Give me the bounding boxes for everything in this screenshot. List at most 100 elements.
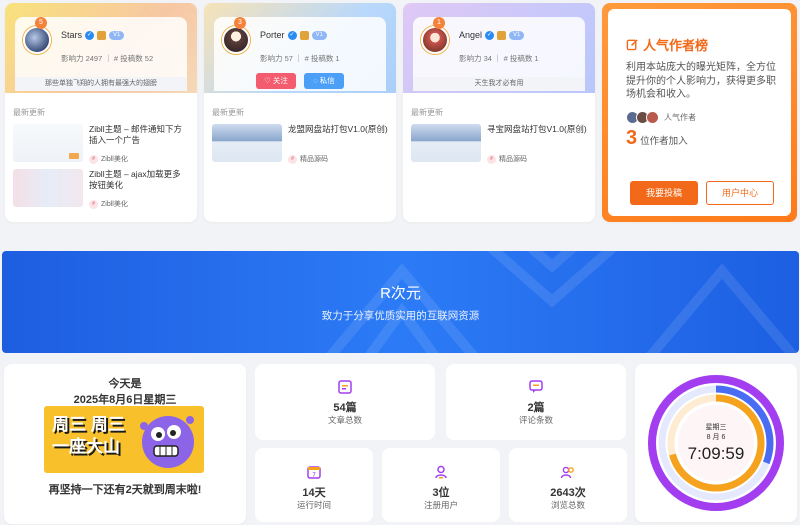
category-label: 精品源码 <box>499 156 527 163</box>
edit-icon <box>626 39 638 51</box>
author-count-label: 位作者加入 <box>640 136 688 147</box>
recent-updates-label: 最新更新 <box>411 108 443 117</box>
author-actions: ♡ 关注 ◌ 私信 <box>214 73 386 91</box>
popular-authors-title: 人气作者榜 <box>626 35 708 54</box>
author-stats: 影响力 57 ｜ # 投稿数 1 <box>260 54 340 63</box>
post-title[interactable]: 寻宝网盘站打包V1.0(原创) <box>487 124 587 135</box>
author-count: 3 位作者加入 <box>626 127 688 150</box>
medal-icon <box>97 30 107 40</box>
verified-icon: ✓ <box>287 30 297 40</box>
author-card-header: 3 Porter ✓ V1 影响力 57 ｜ # 投稿数 1 ♡ 关注 ◌ 私信 <box>204 3 396 93</box>
vip-pill: V1 <box>311 30 327 40</box>
popular-authors-panel: 人气作者榜 利用本站庞大的曝光矩阵，全方位提升你的个人影响力，获得更多职场机会和… <box>608 9 791 216</box>
stat-label: 评论条数 <box>518 415 553 425</box>
level-badge: 1 <box>433 17 445 29</box>
today-card: 今天是 2025年8月6日星期三 周三 周三 一座大山 再坚持一下还有2天就到周… <box>4 364 246 524</box>
submit-post-button[interactable]: 我要投稿 <box>630 181 698 205</box>
verified-icon: ✓ <box>485 30 495 40</box>
author-name-row: Porter ✓ V1 <box>260 30 327 40</box>
weekend-countdown: 再坚持一下还有2天就到周末啦! <box>48 484 202 496</box>
stat-value: 14天 <box>302 487 326 499</box>
clock-rings <box>648 375 784 511</box>
category-label: Zibll美化 <box>101 201 128 208</box>
banner-title: R次元 <box>380 285 421 302</box>
post-item[interactable]: 寻宝网盘站打包V1.0(原创) # 精品源码 <box>411 124 587 166</box>
author-card-header: 1 Angel ✓ V1 影响力 34 ｜ # 投稿数 1 天生我才必有用 <box>403 3 595 93</box>
stat-value: 2篇 <box>527 402 545 414</box>
post-thumbnail[interactable] <box>13 124 83 162</box>
medal-icon <box>497 30 507 40</box>
user-center-button[interactable]: 用户中心 <box>706 181 774 205</box>
popular-title-text: 人气作者榜 <box>643 38 709 53</box>
stat-label: 浏览总数 <box>550 500 585 510</box>
post-thumbnail[interactable] <box>13 169 83 207</box>
author-tagline: 那些单独飞翔的人拥有最强大的翅膀 <box>15 77 187 91</box>
user-icon <box>435 465 447 479</box>
author-card-porter: 3 Porter ✓ V1 影响力 57 ｜ # 投稿数 1 ♡ 关注 ◌ 私信… <box>204 3 396 222</box>
illustration-text-line: 一座大山 <box>52 437 120 456</box>
category-label: 精品源码 <box>300 156 328 163</box>
post-title[interactable]: Zibll主题 – 邮件通知下方插入一个广告 <box>89 124 189 146</box>
avatar[interactable] <box>23 26 51 54</box>
avatar[interactable] <box>646 111 659 124</box>
follow-button[interactable]: ♡ 关注 <box>256 73 296 89</box>
stat-label: 文章总数 <box>327 415 362 425</box>
level-badge: 3 <box>234 17 246 29</box>
author-info-panel: 5 Stars ✓ V1 影响力 2497 ｜ # 投稿数 52 那些单独飞翔的… <box>15 17 187 91</box>
post-category[interactable]: # Zibll美化 <box>89 199 128 209</box>
post-title[interactable]: 龙盟网盘站打包V1.0(原创) <box>288 124 388 135</box>
category-icon: # <box>288 154 297 164</box>
today-label: 今天是 <box>108 378 142 390</box>
stat-comments: 2篇 评论条数 <box>446 364 626 440</box>
message-label: 私信 <box>319 76 335 85</box>
post-thumbnail[interactable] <box>212 124 282 162</box>
post-category[interactable]: # 精品源码 <box>487 154 527 164</box>
category-icon: # <box>89 199 98 209</box>
calendar-icon: 7 <box>307 466 321 479</box>
stat-value: 3位 <box>432 487 450 499</box>
author-stats: 影响力 2497 ｜ # 投稿数 52 <box>61 54 154 63</box>
popular-avatars-label: 人气作者 <box>664 113 696 122</box>
svg-text:7: 7 <box>312 472 316 479</box>
vip-pill: V1 <box>109 30 125 40</box>
message-button[interactable]: ◌ 私信 <box>304 73 344 89</box>
popular-authors-card: 人气作者榜 利用本站庞大的曝光矩阵，全方位提升你的个人影响力，获得更多职场机会和… <box>602 3 797 222</box>
recent-updates-label: 最新更新 <box>13 108 45 117</box>
popular-avatars: 人气作者 <box>626 111 696 124</box>
clock-date: 8 月 6 <box>706 434 726 441</box>
medal-icon <box>299 30 309 40</box>
post-thumbnail[interactable] <box>411 124 481 162</box>
author-name[interactable]: Stars <box>61 30 82 40</box>
stat-label: 运行时间 <box>296 500 331 510</box>
post-title[interactable]: Zibll主题 – ajax加载更多按钮美化 <box>89 169 189 191</box>
clock-time: 7:09:59 <box>687 444 745 463</box>
author-info-panel: 3 Porter ✓ V1 影响力 57 ｜ # 投稿数 1 ♡ 关注 ◌ 私信 <box>214 17 386 91</box>
author-card-stars: 5 Stars ✓ V1 影响力 2497 ｜ # 投稿数 52 那些单独飞翔的… <box>5 3 197 222</box>
author-name[interactable]: Angel <box>459 30 482 40</box>
stat-value: 2643次 <box>550 487 586 499</box>
category-icon: # <box>89 154 98 164</box>
users-group-icon <box>560 466 574 479</box>
post-item[interactable]: 龙盟网盘站打包V1.0(原创) # 精品源码 <box>212 124 388 166</box>
post-category[interactable]: # 精品源码 <box>288 154 328 164</box>
author-card-angel: 1 Angel ✓ V1 影响力 34 ｜ # 投稿数 1 天生我才必有用 最新… <box>403 3 595 222</box>
author-count-number: 3 <box>626 127 638 149</box>
today-date: 2025年8月6日星期三 <box>73 394 177 406</box>
banner-subtitle: 致力于分享优质实用的互联网资源 <box>321 310 480 322</box>
stat-runtime: 7 14天 运行时间 <box>255 448 373 522</box>
stat-users: 3位 注册用户 <box>382 448 500 522</box>
vip-pill: V1 <box>509 30 525 40</box>
author-name-row: Angel ✓ V1 <box>459 30 525 40</box>
avatar[interactable] <box>421 26 449 54</box>
stat-views: 2643次 浏览总数 <box>509 448 627 522</box>
post-item[interactable]: Zibll主题 – 邮件通知下方插入一个广告 # Zibll美化 <box>13 124 189 166</box>
author-name[interactable]: Porter <box>260 30 285 40</box>
post-item[interactable]: Zibll主题 – ajax加载更多按钮美化 # Zibll美化 <box>13 169 189 211</box>
illustration-text-line: 周三 周三 <box>52 415 125 434</box>
post-category[interactable]: # Zibll美化 <box>89 154 128 164</box>
avatar[interactable] <box>222 26 250 54</box>
verified-icon: ✓ <box>85 30 95 40</box>
author-stats: 影响力 34 ｜ # 投稿数 1 <box>459 54 539 63</box>
monster-mascot-icon <box>140 416 194 468</box>
follow-label: 关注 <box>272 76 288 85</box>
